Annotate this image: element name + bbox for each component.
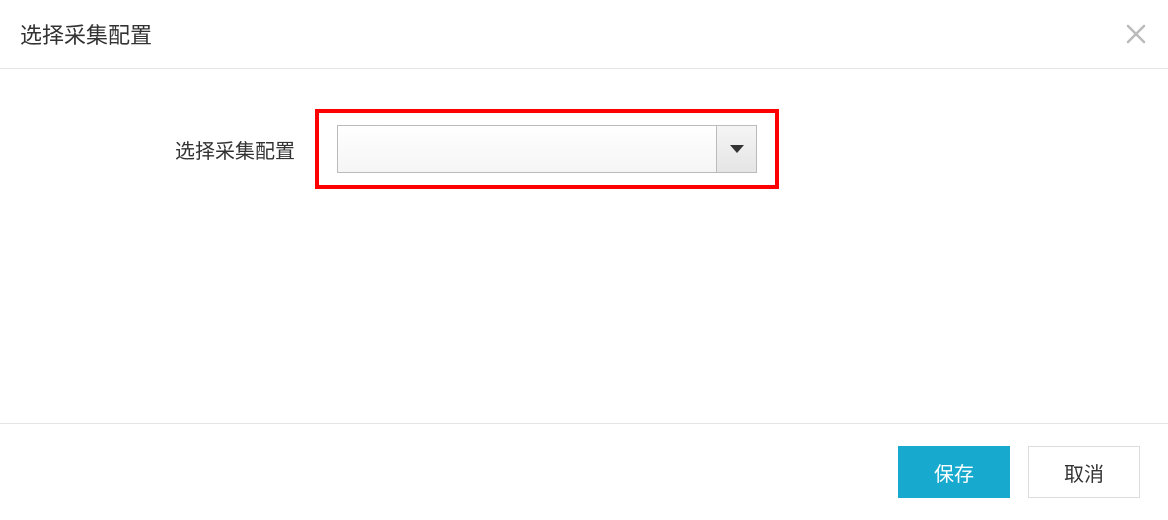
- modal-body: 选择采集配置: [0, 69, 1168, 369]
- config-dropdown-value: [338, 126, 716, 172]
- highlight-box: [315, 109, 779, 189]
- config-label: 选择采集配置: [105, 135, 305, 164]
- modal-footer: 保存 取消: [0, 423, 1168, 520]
- close-icon[interactable]: [1124, 22, 1148, 46]
- save-button[interactable]: 保存: [898, 446, 1010, 498]
- chevron-down-icon: [716, 126, 756, 172]
- form-row-config: 选择采集配置: [105, 109, 1148, 189]
- modal-title: 选择采集配置: [20, 18, 152, 50]
- config-dropdown[interactable]: [337, 125, 757, 173]
- cancel-button[interactable]: 取消: [1028, 446, 1140, 498]
- modal-header: 选择采集配置: [0, 0, 1168, 69]
